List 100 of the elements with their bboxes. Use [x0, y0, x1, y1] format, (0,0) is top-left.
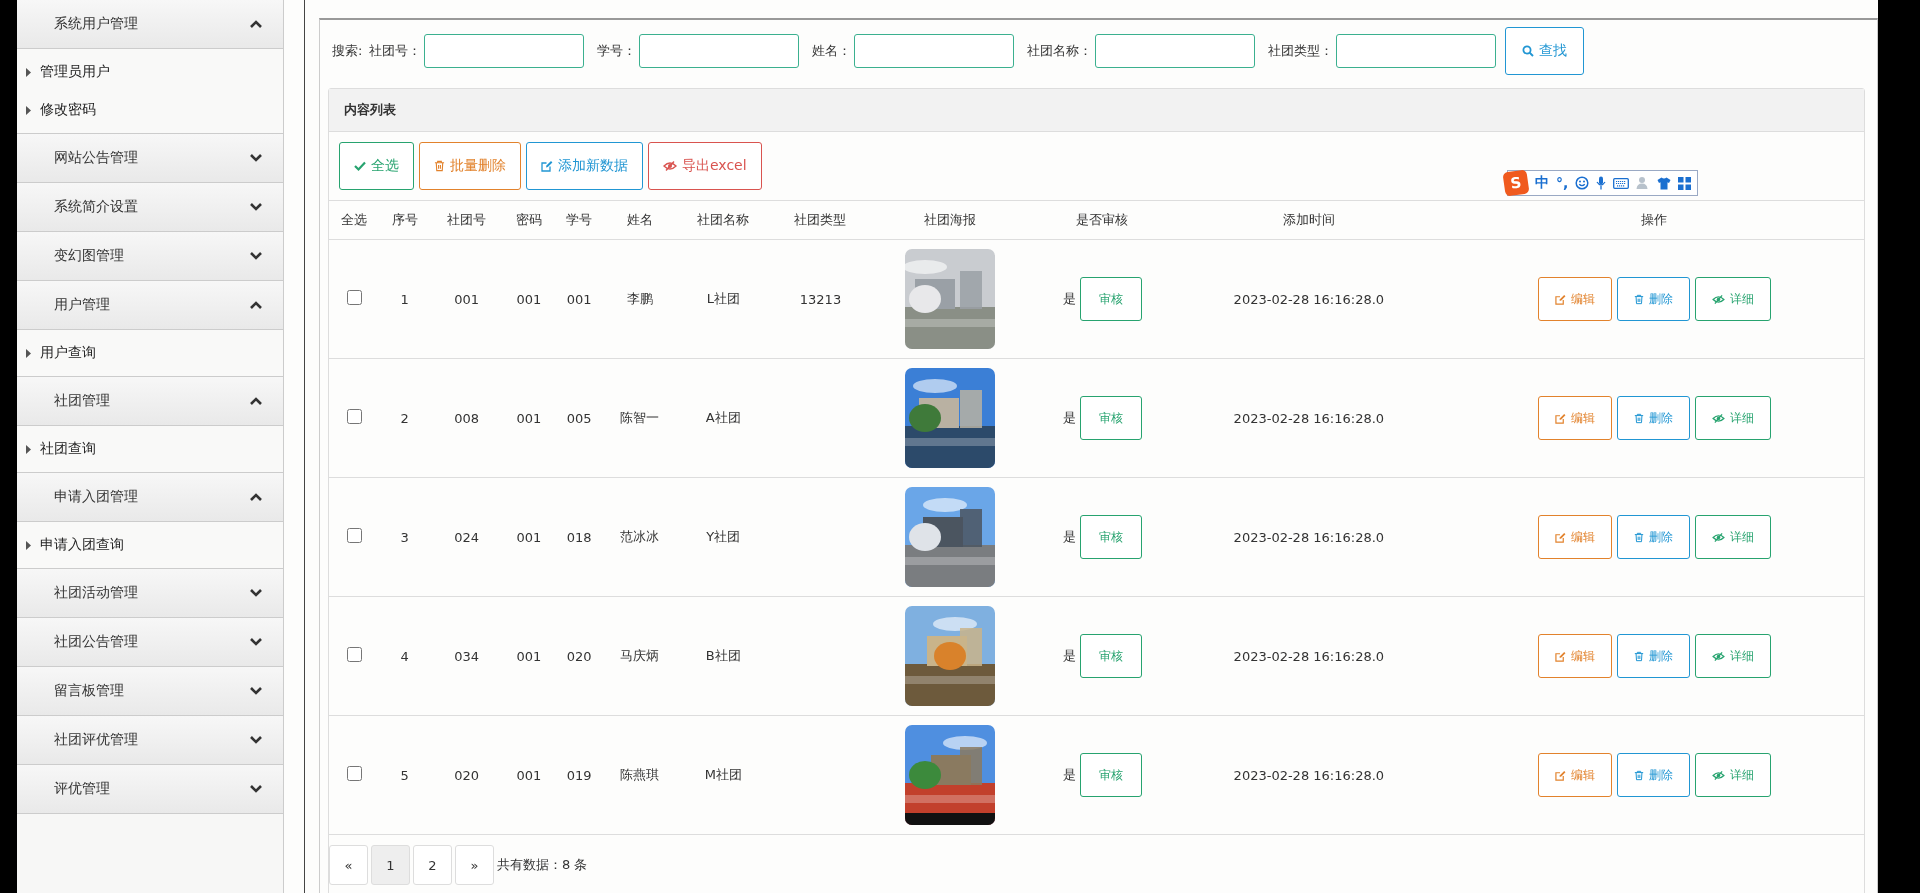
table-cell: 001 [516, 648, 542, 664]
chevron-up-icon [249, 396, 263, 406]
detail-button[interactable]: 详细 [1694, 396, 1771, 440]
search-field[interactable] [854, 34, 1015, 68]
menu-item[interactable]: 管理员用户 [17, 53, 283, 91]
smiley-icon[interactable] [1575, 176, 1590, 190]
review-button[interactable]: 审核 [1079, 515, 1142, 559]
row-checkbox[interactable] [346, 409, 362, 424]
batch-delete-button[interactable]: 批量删除 [419, 142, 521, 190]
edit-button[interactable]: 编辑 [1537, 396, 1612, 440]
menu-item[interactable]: 社团查询 [17, 430, 283, 468]
page-button[interactable]: 1 [371, 845, 410, 885]
caret-icon [26, 105, 31, 115]
chevron-down-icon [249, 686, 263, 696]
eye-slash-icon [1711, 651, 1725, 661]
table-cell: 020 [454, 767, 480, 783]
caret-icon [26, 67, 31, 77]
grid-icon[interactable] [1678, 176, 1692, 190]
menu-item[interactable]: 修改密码 [17, 91, 283, 129]
delete-button[interactable]: 删除 [1616, 515, 1690, 559]
chevron-down-icon [249, 784, 263, 794]
table-cell: 019 [566, 767, 592, 783]
detail-button[interactable]: 详细 [1694, 634, 1771, 678]
chevron-down-icon [249, 735, 263, 745]
microphone-icon[interactable] [1596, 176, 1607, 190]
column-header: 添加时间 [1282, 212, 1335, 227]
search-button[interactable]: 查找 [1505, 27, 1585, 75]
delete-button[interactable]: 删除 [1616, 753, 1690, 797]
field-label: 社团号： [369, 42, 422, 60]
search-field[interactable] [1336, 34, 1497, 68]
eye-slash-icon [1711, 294, 1725, 304]
export-button[interactable]: 导出excel [648, 142, 762, 190]
review-button[interactable]: 审核 [1079, 277, 1142, 321]
edit-button[interactable]: 编辑 [1537, 753, 1612, 797]
field-label: 姓名： [812, 42, 852, 60]
table-cell: 001 [566, 291, 592, 307]
page-button[interactable]: 2 [413, 845, 452, 885]
table-cell: 001 [516, 291, 542, 307]
table-cell: 2023-02-28 16:16:28.0 [1233, 529, 1385, 545]
table-cell: M社团 [704, 767, 742, 782]
edit-icon [1554, 293, 1566, 305]
add-button[interactable]: 添加新数据 [526, 142, 643, 190]
detail-button[interactable]: 详细 [1694, 515, 1771, 559]
search-field[interactable] [639, 34, 800, 68]
column-header: 序号 [391, 212, 418, 227]
chevron-up-icon [249, 492, 263, 502]
chevron-down-icon [249, 251, 263, 261]
menu-item[interactable]: 用户查询 [17, 334, 283, 372]
panel-title: 内容列表 [344, 101, 396, 119]
caret-icon [26, 540, 31, 550]
review-button[interactable]: 审核 [1079, 634, 1142, 678]
ime-logo[interactable]: S [1502, 169, 1530, 197]
edit-button[interactable]: 编辑 [1537, 634, 1612, 678]
row-checkbox[interactable] [346, 647, 362, 662]
field-label: 社团名称： [1027, 42, 1093, 60]
column-header: 是否审核 [1076, 212, 1129, 227]
approval-status: 是 [1062, 290, 1076, 308]
search-field[interactable] [424, 34, 585, 68]
delete-button[interactable]: 删除 [1616, 396, 1690, 440]
menu-item[interactable]: 申请入团查询 [17, 526, 283, 564]
previous-page-button[interactable]: « [329, 845, 368, 885]
detail-button[interactable]: 详细 [1694, 753, 1771, 797]
chevron-down-icon [249, 153, 263, 163]
review-button[interactable]: 审核 [1079, 753, 1142, 797]
table-cell: 024 [454, 529, 480, 545]
ime-mode[interactable]: 中 [1535, 174, 1549, 192]
approval-status: 是 [1062, 647, 1076, 665]
shirt-icon[interactable] [1657, 176, 1672, 190]
chevron-up-icon [249, 19, 263, 29]
table-cell: 3 [400, 529, 409, 545]
detail-button[interactable]: 详细 [1694, 277, 1771, 321]
trash-icon [1633, 412, 1644, 424]
eye-slash-icon [1711, 770, 1725, 780]
table-cell: B社团 [705, 648, 741, 663]
next-page-button[interactable]: » [455, 845, 494, 885]
approval-status: 是 [1062, 528, 1076, 546]
row-checkbox[interactable] [346, 766, 362, 781]
ime-punctuation[interactable]: °, [1556, 175, 1569, 191]
delete-button[interactable]: 删除 [1616, 277, 1690, 321]
column-header: 姓名 [626, 212, 653, 227]
eye-slash-icon [1711, 532, 1725, 542]
total-count: 共有数据：8 条 [497, 856, 588, 874]
edit-button[interactable]: 编辑 [1537, 277, 1612, 321]
review-button[interactable]: 审核 [1079, 396, 1142, 440]
trash-icon [1633, 650, 1644, 662]
edit-button[interactable]: 编辑 [1537, 515, 1612, 559]
row-checkbox[interactable] [346, 528, 362, 543]
column-header: 全选 [341, 212, 368, 227]
select-all-button[interactable]: 全选 [339, 142, 414, 190]
trash-icon [1633, 769, 1644, 781]
delete-button[interactable]: 删除 [1616, 634, 1690, 678]
search-field[interactable] [1095, 34, 1256, 68]
keyboard-icon[interactable] [1613, 177, 1630, 189]
caret-icon [26, 348, 31, 358]
approval-status: 是 [1062, 409, 1076, 427]
table-cell: 005 [566, 410, 592, 426]
table-cell: 2023-02-28 16:16:28.0 [1233, 767, 1385, 783]
search-label: 搜索: [332, 42, 363, 60]
table-cell: A社团 [705, 410, 741, 425]
row-checkbox[interactable] [346, 290, 362, 305]
